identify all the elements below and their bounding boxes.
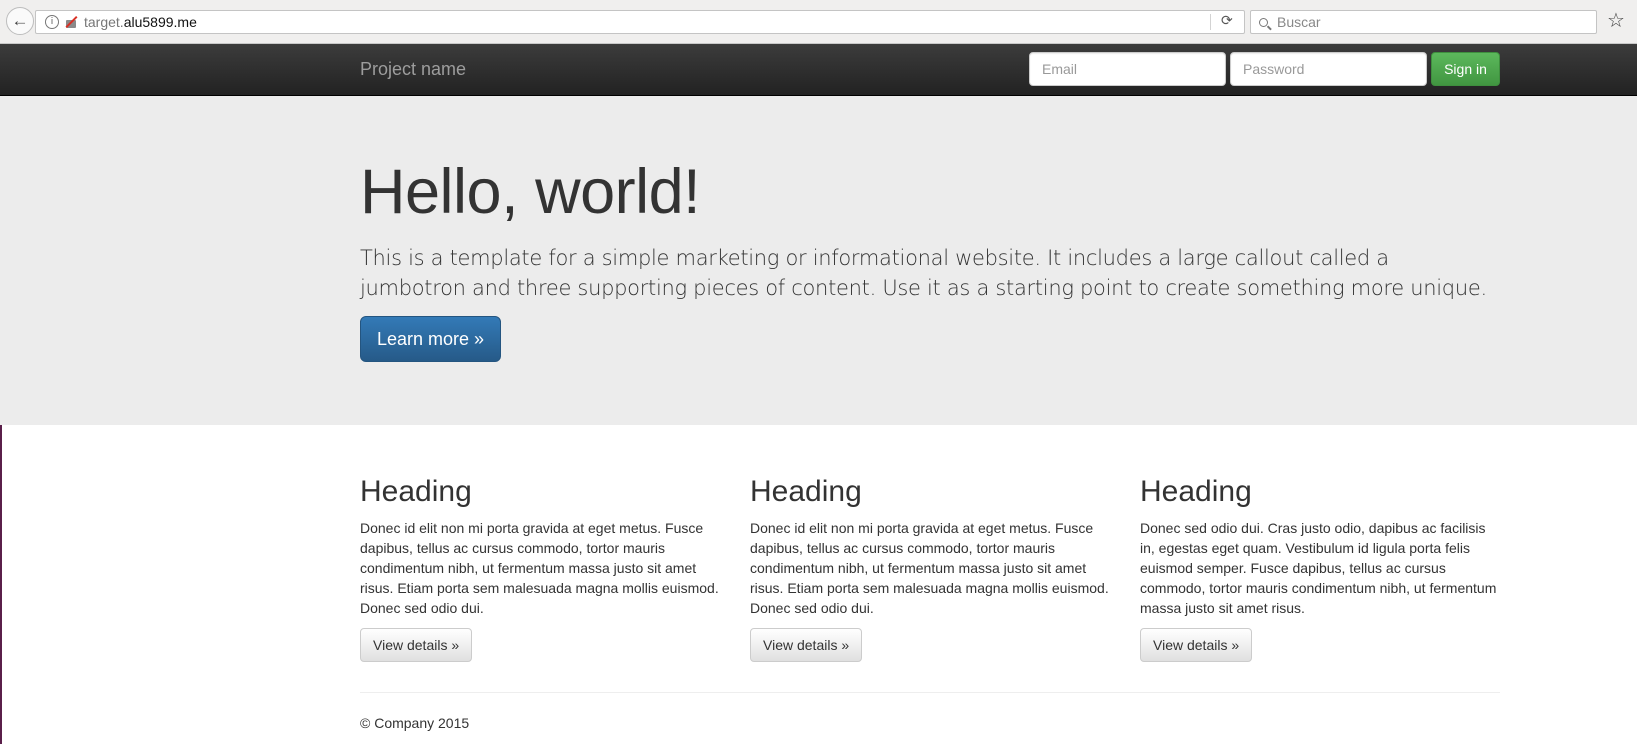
column-text: Donec id elit non mi porta gravida at eg… — [360, 520, 719, 616]
url-divider — [1210, 14, 1211, 30]
back-button[interactable]: ← — [6, 7, 34, 35]
footer-copyright: © Company 2015 — [360, 715, 470, 731]
column-heading: Heading — [750, 475, 862, 508]
column-heading: Heading — [1140, 475, 1252, 508]
browser-search-box[interactable] — [1250, 10, 1597, 34]
navbar: Project name Sign in — [0, 44, 1637, 96]
brand-link[interactable]: Project name — [360, 59, 466, 80]
sign-in-button[interactable]: Sign in — [1431, 52, 1500, 86]
jumbotron: Hello, world! This is a template for a s… — [0, 96, 1637, 425]
footer-divider — [360, 692, 1500, 693]
view-details-button[interactable]: View details » — [360, 628, 473, 662]
column-heading: Heading — [360, 475, 472, 508]
email-field[interactable] — [1029, 52, 1226, 86]
url-domain: alu5899.me — [123, 14, 197, 30]
search-icon — [1259, 17, 1268, 27]
browser-toolbar: ← i target.alu5899.me ⟳ ☆ — [0, 0, 1637, 44]
view-details-button[interactable]: View details » — [750, 628, 863, 662]
reload-icon[interactable]: ⟳ — [1221, 13, 1233, 29]
address-bar[interactable]: i target.alu5899.me ⟳ — [35, 10, 1245, 34]
password-field[interactable] — [1230, 52, 1427, 86]
bookmark-star-icon[interactable]: ☆ — [1607, 8, 1625, 32]
browser-search-input[interactable] — [1275, 13, 1579, 31]
view-details-button[interactable]: View details » — [1140, 628, 1253, 662]
content-column-1: Heading Donec id elit non mi porta gravi… — [360, 475, 720, 662]
column-text: Donec sed odio dui. Cras justo odio, dap… — [1140, 520, 1497, 616]
url-subdomain: target. — [84, 14, 124, 30]
column-text: Donec id elit non mi porta gravida at eg… — [750, 520, 1109, 616]
url-text[interactable]: target.alu5899.me — [84, 14, 197, 30]
content-column-3: Heading Donec sed odio dui. Cras justo o… — [1140, 475, 1500, 662]
jumbotron-title: Hello, world! — [360, 157, 701, 227]
content-column-2: Heading Donec id elit non mi porta gravi… — [750, 475, 1110, 662]
jumbotron-text: This is a template for a simple marketin… — [360, 246, 1487, 300]
insecure-lock-icon — [65, 15, 78, 29]
learn-more-button[interactable]: Learn more » — [360, 316, 501, 362]
info-icon[interactable]: i — [45, 15, 59, 29]
back-arrow-icon: ← — [11, 11, 29, 30]
